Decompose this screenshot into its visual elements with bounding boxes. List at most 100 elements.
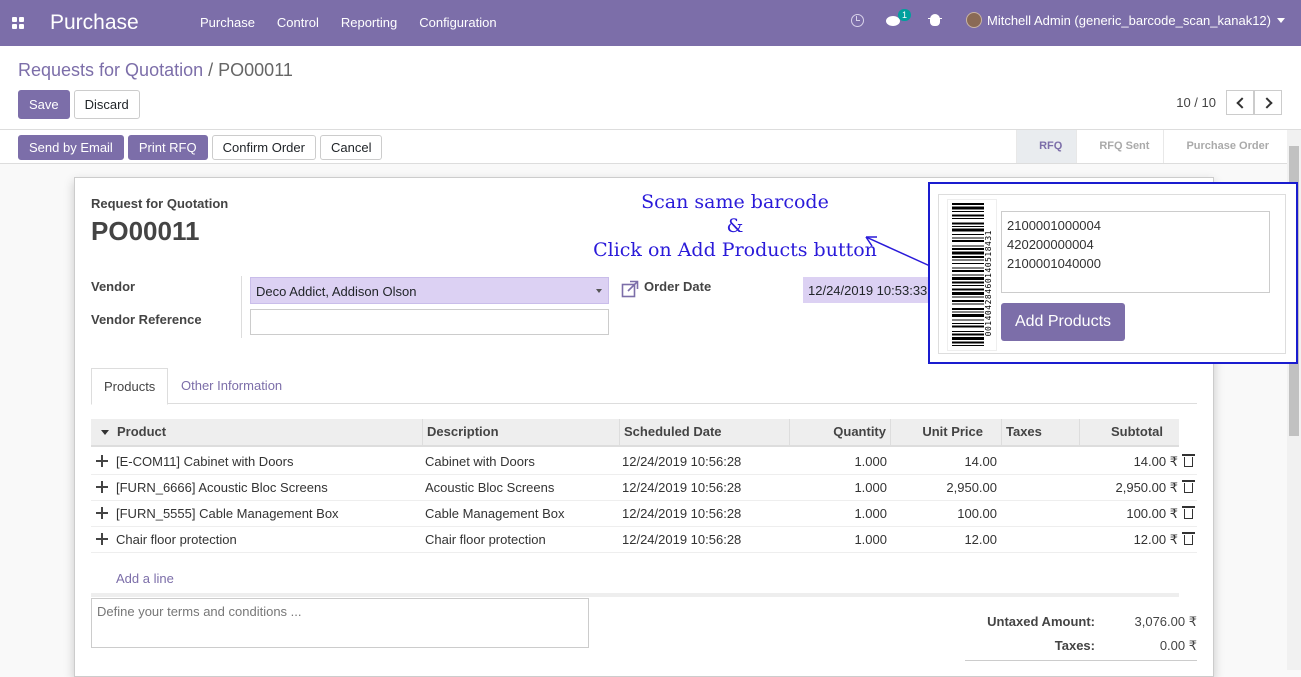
annotation-arrow-icon <box>865 236 931 267</box>
menu-purchase[interactable]: Purchase <box>200 15 255 30</box>
column-quantity[interactable]: Quantity <box>789 419 890 445</box>
cell-quantity[interactable]: 1.000 <box>854 527 887 553</box>
table-header: Product Description Scheduled Date Quant… <box>91 419 1179 447</box>
cell-quantity[interactable]: 1.000 <box>854 449 887 475</box>
sort-caret-icon[interactable] <box>101 430 109 435</box>
confirm-order-button[interactable]: Confirm Order <box>211 135 316 160</box>
trash-icon[interactable] <box>1182 480 1195 493</box>
pager-previous-button[interactable] <box>1226 90 1254 115</box>
column-unit-price[interactable]: Unit Price <box>890 419 1001 445</box>
order-date-label: Order Date <box>644 279 712 294</box>
trash-icon[interactable] <box>1182 506 1195 519</box>
order-date-input[interactable]: 12/24/2019 10:53:33 <box>803 277 943 303</box>
menu-reporting[interactable]: Reporting <box>341 15 397 30</box>
scanned-barcodes-textarea[interactable]: 2100001000004 420200000004 2100001040000 <box>1001 211 1270 293</box>
field-divider <box>241 276 242 338</box>
column-scheduled-date[interactable]: Scheduled Date <box>619 419 789 445</box>
cell-description[interactable]: Cabinet with Doors <box>425 449 535 475</box>
vendor-reference-input[interactable] <box>250 309 609 335</box>
cell-subtotal: 14.00 ₹ <box>1133 454 1178 469</box>
trash-icon[interactable] <box>1182 454 1195 467</box>
external-link-icon[interactable] <box>621 280 639 298</box>
breadcrumb-parent[interactable]: Requests for Quotation <box>18 60 203 80</box>
vendor-label: Vendor <box>91 279 136 294</box>
barcode-number: 00140428460140518431 <box>984 230 993 337</box>
apps-menu-icon[interactable] <box>12 17 24 29</box>
send-by-email-button[interactable]: Send by Email <box>18 135 124 160</box>
cell-description[interactable]: Acoustic Bloc Screens <box>425 475 554 501</box>
cell-product[interactable]: [FURN_6666] Acoustic Bloc Screens <box>116 475 328 501</box>
column-taxes[interactable]: Taxes <box>1001 419 1079 445</box>
vendor-select[interactable]: Deco Addict, Addison Olson <box>250 277 609 304</box>
drag-handle-icon[interactable] <box>96 507 108 519</box>
column-description[interactable]: Description <box>422 419 619 445</box>
barcode-scan-panel: 00140428460140518431 2100001000004 42020… <box>938 194 1286 354</box>
discard-button[interactable]: Discard <box>73 90 140 119</box>
top-navbar: Purchase Purchase Control Reporting Conf… <box>0 0 1301 46</box>
cell-quantity[interactable]: 1.000 <box>854 501 887 527</box>
save-button[interactable]: Save <box>18 90 70 119</box>
barcode-image: 00140428460140518431 <box>947 199 997 351</box>
cell-unit-price[interactable]: 12.00 <box>964 527 997 553</box>
untaxed-amount-value: 3,076.00 ₹ <box>1134 614 1198 629</box>
table-row[interactable]: [FURN_5555] Cable Management Box Cable M… <box>91 501 1197 527</box>
add-products-button[interactable]: Add Products <box>1001 303 1125 341</box>
column-subtotal[interactable]: Subtotal <box>1079 419 1179 445</box>
annotation-line-1: Scan same barcode <box>641 191 829 213</box>
cell-unit-price[interactable]: 100.00 <box>957 501 997 527</box>
breadcrumb: Requests for Quotation / PO00011 <box>18 60 293 81</box>
drag-handle-icon[interactable] <box>96 455 108 467</box>
stage-rfq[interactable]: RFQ <box>1016 130 1077 163</box>
user-avatar[interactable] <box>966 12 982 28</box>
column-product[interactable]: Product <box>113 419 422 445</box>
table-row[interactable]: Chair floor protection Chair floor prote… <box>91 527 1197 553</box>
cell-quantity[interactable]: 1.000 <box>854 475 887 501</box>
annotation-line-3: Click on Add Products button <box>593 239 877 261</box>
tab-products[interactable]: Products <box>91 368 169 405</box>
cell-unit-price[interactable]: 2,950.00 <box>946 475 997 501</box>
cell-subtotal: 2,950.00 ₹ <box>1115 480 1179 495</box>
print-rfq-button[interactable]: Print RFQ <box>127 135 208 160</box>
app-brand[interactable]: Purchase <box>50 11 139 35</box>
menu-configuration[interactable]: Configuration <box>419 15 496 30</box>
pager-value[interactable]: 10 / 10 <box>1176 95 1216 110</box>
menu-control[interactable]: Control <box>277 15 319 30</box>
pager-next-button[interactable] <box>1254 90 1282 115</box>
cell-product[interactable]: Chair floor protection <box>116 527 237 553</box>
vendor-reference-label: Vendor Reference <box>91 312 202 327</box>
drag-handle-icon[interactable] <box>96 533 108 545</box>
drag-handle-icon[interactable] <box>96 481 108 493</box>
debug-bug-icon[interactable] <box>928 14 942 26</box>
stage-purchase-order[interactable]: Purchase Order <box>1163 130 1283 163</box>
table-row[interactable]: [E-COM11] Cabinet with Doors Cabinet wit… <box>91 449 1197 475</box>
cell-scheduled-date[interactable]: 12/24/2019 10:56:28 <box>622 449 741 475</box>
stage-rfq-sent[interactable]: RFQ Sent <box>1076 130 1164 163</box>
cell-scheduled-date[interactable]: 12/24/2019 10:56:28 <box>622 475 741 501</box>
user-menu[interactable]: Mitchell Admin (generic_barcode_scan_kan… <box>987 13 1271 28</box>
chat-icon[interactable]: 1 <box>886 8 912 27</box>
scanned-barcode: 420200000004 <box>1007 237 1094 252</box>
table-row[interactable]: [FURN_6666] Acoustic Bloc Screens Acoust… <box>91 475 1197 501</box>
scanned-barcode: 2100001040000 <box>1007 256 1101 271</box>
cell-description[interactable]: Cable Management Box <box>425 501 564 527</box>
cancel-button[interactable]: Cancel <box>319 135 383 160</box>
cell-scheduled-date[interactable]: 12/24/2019 10:56:28 <box>622 527 741 553</box>
taxes-label: Taxes: <box>1054 638 1095 653</box>
totals-divider <box>965 660 1197 661</box>
add-line-link[interactable]: Add a line <box>116 566 174 592</box>
notebook-tabs: Products Other Information <box>91 368 1197 405</box>
user-menu-caret-icon[interactable] <box>1277 17 1285 23</box>
cell-subtotal: 100.00 ₹ <box>1126 506 1178 521</box>
tab-other-information[interactable]: Other Information <box>169 368 294 405</box>
cell-unit-price[interactable]: 14.00 <box>964 449 997 475</box>
document-type-label: Request for Quotation <box>91 196 229 211</box>
cell-product[interactable]: [FURN_5555] Cable Management Box <box>116 501 339 527</box>
cell-description[interactable]: Chair floor protection <box>425 527 546 553</box>
terms-conditions-input[interactable]: Define your terms and conditions ... <box>91 598 589 648</box>
control-panel: Requests for Quotation / PO00011 Save Di… <box>0 46 1301 130</box>
stage-pipeline: RFQ RFQ Sent Purchase Order <box>1016 130 1283 163</box>
activity-clock-icon[interactable] <box>851 13 864 27</box>
cell-scheduled-date[interactable]: 12/24/2019 10:56:28 <box>622 501 741 527</box>
cell-product[interactable]: [E-COM11] Cabinet with Doors <box>116 449 294 475</box>
trash-icon[interactable] <box>1182 532 1195 545</box>
